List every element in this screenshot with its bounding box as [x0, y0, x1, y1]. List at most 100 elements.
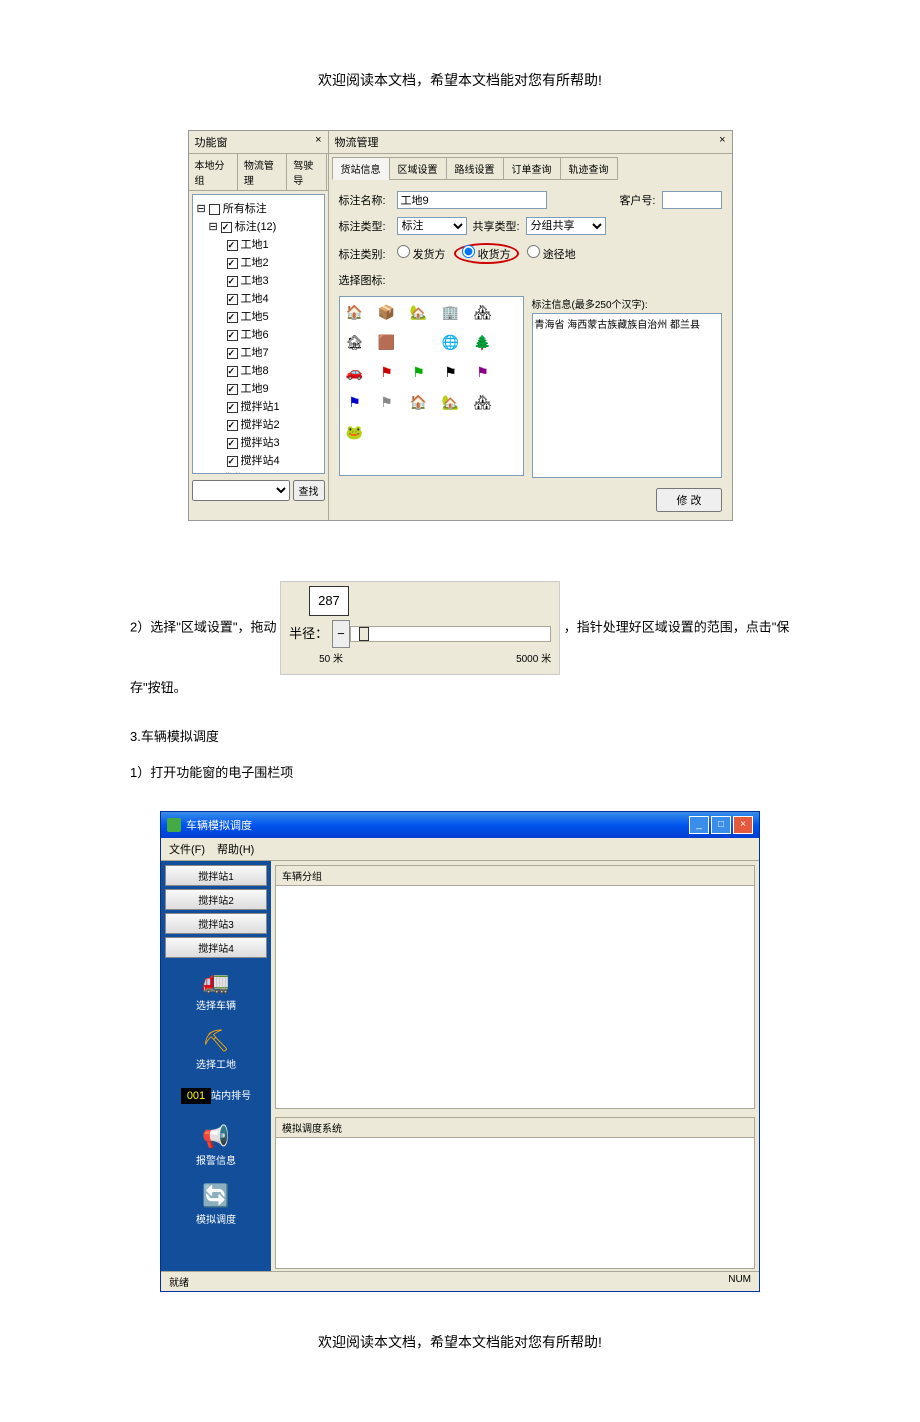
tree-item[interactable]: 工地8: [241, 365, 269, 377]
tab-driving[interactable]: 驾驶导: [287, 154, 327, 190]
logistics-window: 功能窗 × 本地分组 物流管理 驾驶导 ⊟ 所有标注 ⊟ 标注(12) 工地1 …: [188, 130, 733, 521]
radius-slider-widget: 287 半径： − 50 米 5000 米: [280, 581, 560, 675]
flag-purple-icon[interactable]: ⚑: [474, 363, 492, 381]
tree-group[interactable]: 标注(12): [235, 221, 277, 233]
type-label: 标注类型:: [339, 218, 391, 234]
main-area: 车辆分组 模拟调度系统: [271, 861, 759, 1271]
close-button[interactable]: ×: [733, 816, 753, 834]
house-icon[interactable]: 🏠: [346, 303, 364, 321]
tab-track-query[interactable]: 轨迹查询: [560, 157, 618, 180]
globe-icon[interactable]: 🌐: [442, 333, 460, 351]
menu-help[interactable]: 帮助(H): [217, 841, 254, 857]
tree-item[interactable]: 搅拌站4: [241, 455, 280, 467]
tree-item[interactable]: 工地1: [241, 239, 269, 251]
tree-item[interactable]: 搅拌站1: [241, 401, 280, 413]
minus-button[interactable]: −: [332, 620, 350, 648]
tab-local-group[interactable]: 本地分组: [189, 154, 238, 190]
sidebar-station-queue[interactable]: 001站内排号: [165, 1079, 267, 1116]
close-icon[interactable]: ×: [719, 134, 725, 150]
sidebar: 搅拌站1 搅拌站2 搅拌站3 搅拌站4 🚛选择车辆 ⛏选择工地 001站内排号 …: [161, 861, 271, 1271]
box2-icon[interactable]: 🟫: [378, 333, 396, 351]
minimize-button[interactable]: _: [689, 816, 709, 834]
sidebar-alarm-info[interactable]: 📢报警信息: [165, 1116, 267, 1175]
icon-picker[interactable]: 🏠 📦 🏡 🏢 🏘 🏚 🟫 🌐 🌲 🚗 ⚑ ⚑ ⚑ ⚑ ⚑ ⚑ 🏠 🏡 🏘 🐸: [339, 296, 524, 476]
flag-red-icon[interactable]: ⚑: [378, 363, 396, 381]
sidebar-simulate-dispatch[interactable]: 🔄模拟调度: [165, 1175, 267, 1234]
close-icon[interactable]: ×: [315, 134, 321, 150]
slider-thumb[interactable]: [359, 627, 369, 641]
sidebar-select-vehicle[interactable]: 🚛选择车辆: [165, 961, 267, 1020]
search-button[interactable]: 查找: [293, 480, 325, 501]
tree-item[interactable]: 搅拌站3: [241, 437, 280, 449]
tree-item[interactable]: 工地2: [241, 257, 269, 269]
vehicle-group-title: 车辆分组: [276, 866, 754, 886]
flag-green-icon[interactable]: ⚑: [410, 363, 428, 381]
station-form: 标注名称: 客户号: 标注类型: 标注 共享类型: 分组共享 标注类别: 发货方…: [329, 183, 732, 520]
sidebar-select-site[interactable]: ⛏选择工地: [165, 1020, 267, 1079]
sidebar-station-4[interactable]: 搅拌站4: [165, 937, 267, 958]
tree-item[interactable]: 工地3: [241, 275, 269, 287]
tree-root[interactable]: 所有标注: [223, 203, 267, 215]
doc-footer: 欢迎阅读本文档，希望本文档能对您有所帮助!: [130, 1332, 790, 1352]
radio-waypoint[interactable]: 途径地: [527, 245, 576, 262]
slider-track[interactable]: [350, 626, 551, 642]
info-textarea[interactable]: 青海省 海西蒙古族藏族自治州 都兰县: [532, 313, 722, 478]
tree-item[interactable]: 搅拌站2: [241, 419, 280, 431]
tree-goods[interactable]: 货物(0): [223, 473, 258, 474]
slider-min: 50 米: [319, 650, 343, 670]
tree-icon[interactable]: 🌲: [474, 333, 492, 351]
modify-button[interactable]: 修 改: [656, 488, 721, 512]
blank-icon[interactable]: [410, 333, 428, 351]
flag-blue-icon[interactable]: ⚑: [346, 393, 364, 411]
sidebar-station-1[interactable]: 搅拌站1: [165, 865, 267, 886]
car-icon[interactable]: 🚗: [346, 363, 364, 381]
crane-icon: ⛏: [165, 1028, 267, 1054]
house3-icon[interactable]: 🏘: [474, 393, 492, 411]
icon-label: 选择图标:: [339, 272, 391, 288]
recycle-icon: [167, 818, 181, 832]
refresh-icon: 🔄: [165, 1183, 267, 1209]
vehicle-group-body: [276, 886, 754, 1108]
tab-area-setting[interactable]: 区域设置: [389, 157, 447, 180]
search-select[interactable]: [192, 480, 290, 501]
detail-panel: 物流管理 × 货站信息 区域设置 路线设置 订单查询 轨迹查询 标注名称: 客户…: [329, 131, 732, 520]
tab-logistics[interactable]: 物流管理: [238, 154, 287, 190]
building-icon[interactable]: 🏢: [442, 303, 460, 321]
status-num: NUM: [728, 1274, 751, 1289]
step1-text: 1）打开功能窗的电子围栏项: [130, 760, 790, 786]
slider-max: 5000 米: [516, 650, 551, 670]
tab-route-setting[interactable]: 路线设置: [446, 157, 504, 180]
flag-gray-icon[interactable]: ⚑: [378, 393, 396, 411]
radio-receiver[interactable]: 收货方: [462, 249, 511, 261]
type-select[interactable]: 标注: [397, 217, 467, 235]
hut-icon[interactable]: 🏘: [474, 303, 492, 321]
tab-station-info[interactable]: 货站信息: [332, 157, 390, 180]
menu-file[interactable]: 文件(F): [169, 841, 205, 857]
customer-label: 客户号:: [619, 192, 655, 208]
name-input[interactable]: [397, 191, 547, 209]
maximize-button[interactable]: □: [711, 816, 731, 834]
window-title: 车辆模拟调度: [186, 817, 252, 833]
menubar: 文件(F) 帮助(H): [161, 838, 759, 861]
house1-icon[interactable]: 🏠: [410, 393, 428, 411]
cabin-icon[interactable]: 🏚: [346, 333, 364, 351]
tree-item[interactable]: 工地6: [241, 329, 269, 341]
dispatch-system-body: [276, 1138, 754, 1268]
flag-white-icon[interactable]: ⚑: [442, 363, 460, 381]
tree-item[interactable]: 工地9: [241, 383, 269, 395]
tree-item[interactable]: 工地5: [241, 311, 269, 323]
customer-input[interactable]: [662, 191, 722, 209]
radio-sender[interactable]: 发货方: [397, 245, 446, 262]
frog-icon[interactable]: 🐸: [346, 423, 364, 441]
tab-order-query[interactable]: 订单查询: [503, 157, 561, 180]
tree-item[interactable]: 工地7: [241, 347, 269, 359]
sidebar-station-2[interactable]: 搅拌站2: [165, 889, 267, 910]
tree-view[interactable]: ⊟ 所有标注 ⊟ 标注(12) 工地1 工地2 工地3 工地4 工地5 工地6 …: [192, 194, 325, 474]
sidebar-station-3[interactable]: 搅拌站3: [165, 913, 267, 934]
home-icon[interactable]: 🏡: [410, 303, 428, 321]
share-select[interactable]: 分组共享: [526, 217, 606, 235]
tree-item[interactable]: 工地4: [241, 293, 269, 305]
category-label: 标注类别:: [339, 246, 391, 262]
house2-icon[interactable]: 🏡: [442, 393, 460, 411]
box-icon[interactable]: 📦: [378, 303, 396, 321]
